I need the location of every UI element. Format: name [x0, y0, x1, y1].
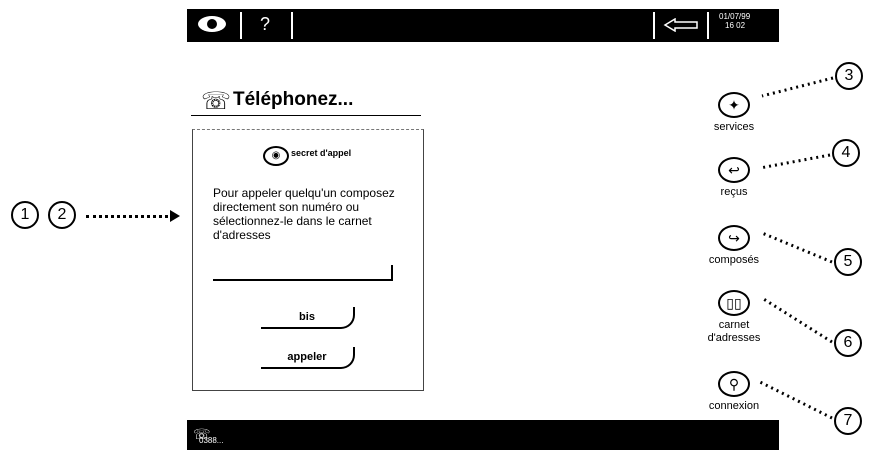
callout-leaders	[759, 76, 834, 420]
